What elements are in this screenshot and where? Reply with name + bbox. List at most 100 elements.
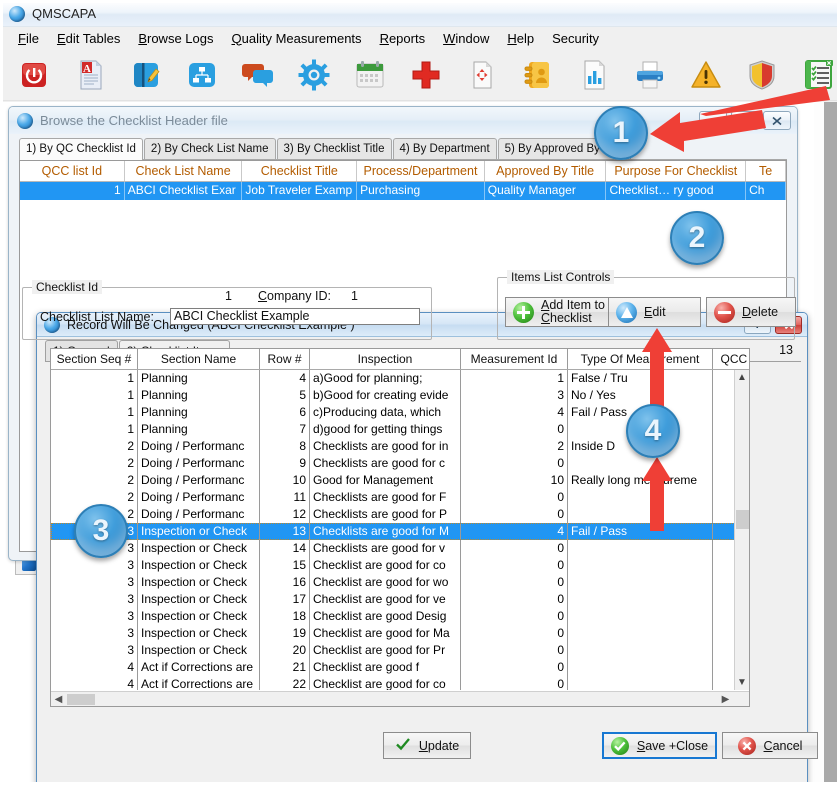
address-book-icon[interactable] <box>521 58 555 92</box>
checklist-list-name-input[interactable]: ABCI Checklist Example <box>170 308 420 325</box>
cancel-button[interactable]: Cancel <box>722 732 818 759</box>
menu-item-reports[interactable]: Reports <box>371 29 435 48</box>
cell-inspection: a)Good for planning; <box>310 370 461 387</box>
bar-chart-document-icon[interactable] <box>577 58 611 92</box>
browse-col-check-list-name[interactable]: Check List Name <box>125 161 243 181</box>
record-count: 13 <box>779 343 793 357</box>
browse-col-purpose-for-checklist[interactable]: Purpose For Checklist <box>606 161 746 181</box>
cell-inspection: b)Good for creating evide <box>310 387 461 404</box>
menu-item-help[interactable]: Help <box>498 29 543 48</box>
document-a-icon[interactable]: A <box>73 58 107 92</box>
items-grid-row[interactable]: 4Act if Corrections are21Checklist are g… <box>51 659 749 676</box>
notebook-pencil-icon[interactable] <box>129 58 163 92</box>
calendar-icon[interactable] <box>353 58 387 92</box>
cell-inspection: Checklist are good for Ma <box>310 625 461 642</box>
gear-icon[interactable] <box>297 58 331 92</box>
menu-item-quality-measurements[interactable]: Quality Measurements <box>222 29 370 48</box>
company-id-label: Company ID: <box>258 289 331 303</box>
items-grid-row[interactable]: 4Act if Corrections are22Checklist are g… <box>51 676 749 690</box>
add-item-to-checklist-button[interactable]: Add Item to Checklist <box>505 297 611 327</box>
cell-row-number: 16 <box>260 574 310 591</box>
cell-type-of-measurement <box>568 574 713 591</box>
cell-type-of-measurement <box>568 608 713 625</box>
cell-row-number: 17 <box>260 591 310 608</box>
items-grid-row[interactable]: 3Inspection or Check19Checklist are good… <box>51 625 749 642</box>
horizontal-scroll-thumb[interactable] <box>67 694 95 705</box>
cell-measurement-id: 0 <box>461 455 568 472</box>
delete-button[interactable]: Delete <box>706 297 796 327</box>
menu-item-file[interactable]: File <box>9 29 48 48</box>
update-button[interactable]: Update <box>383 732 471 759</box>
cell-measurement-id: 0 <box>461 574 568 591</box>
scroll-down-arrow[interactable]: ▼ <box>735 675 749 690</box>
app-title: QMSCAPA <box>32 6 96 21</box>
printer-icon[interactable] <box>633 58 667 92</box>
browse-tab-by-checklist-title[interactable]: 3) By Checklist Title <box>277 138 392 159</box>
cell-type-of-measurement <box>568 659 713 676</box>
col-inspection[interactable]: Inspection <box>310 349 461 369</box>
cell-inspection: Checklists are good for in <box>310 438 461 455</box>
scroll-right-arrow[interactable]: ▶ <box>718 694 733 705</box>
vertical-scroll-thumb[interactable] <box>736 510 749 529</box>
items-grid-vertical-scrollbar[interactable]: ▲ ▼ <box>734 370 749 690</box>
browse-col-process-department[interactable]: Process/Department <box>357 161 485 181</box>
cell-measurement-id: 0 <box>461 591 568 608</box>
cell-section-name: Inspection or Check <box>138 523 260 540</box>
menu-item-security[interactable]: Security <box>543 29 608 48</box>
cell-measurement-id: 0 <box>461 642 568 659</box>
col-section-name[interactable]: Section Name <box>138 349 260 369</box>
cell-type-of-measurement <box>568 625 713 642</box>
col-section-seq[interactable]: Section Seq # <box>51 349 138 369</box>
scroll-left-arrow[interactable]: ◀ <box>51 694 66 705</box>
cell-row-number: 21 <box>260 659 310 676</box>
blue-triangle-icon <box>616 302 637 323</box>
cell-section-name: Inspection or Check <box>138 608 260 625</box>
chat-bubbles-icon[interactable] <box>241 58 275 92</box>
browse-col-checklist-title[interactable]: Checklist Title <box>242 161 357 181</box>
browse-grid-row-selected[interactable]: 1 ABCI Checklist Exar Job Traveler Examp… <box>20 182 786 200</box>
items-grid-row[interactable]: 3Inspection or Check20Checklist are good… <box>51 642 749 659</box>
menu-item-window[interactable]: Window <box>434 29 498 48</box>
cell-measurement-id: 0 <box>461 608 568 625</box>
items-grid-row[interactable]: 3Inspection or Check15Checklist are good… <box>51 557 749 574</box>
cell-section-name: Inspection or Check <box>138 591 260 608</box>
edit-button[interactable]: Edit <box>608 297 701 327</box>
cell-inspection: Checklist are good for co <box>310 557 461 574</box>
cell-checklist-title: Job Traveler Examp <box>242 182 357 200</box>
items-grid-row[interactable]: 3Inspection or Check18Checklist are good… <box>51 608 749 625</box>
cell-inspection: Checklist are good f <box>310 659 461 676</box>
browse-col-te[interactable]: Te <box>746 161 786 181</box>
power-icon[interactable] <box>17 58 51 92</box>
cell-inspection: Checklist are good for Pr <box>310 642 461 659</box>
menu-item-edit-tables[interactable]: Edit Tables <box>48 29 129 48</box>
red-plus-icon[interactable] <box>409 58 443 92</box>
browse-tab-by-department[interactable]: 4) By Department <box>393 138 497 159</box>
items-grid-row[interactable]: 3Inspection or Check17Checklist are good… <box>51 591 749 608</box>
col-measurement-id[interactable]: Measurement Id <box>461 349 568 369</box>
col-qcc-list-id[interactable]: QCC list Id <box>713 349 750 369</box>
browse-col-approved-by-title[interactable]: Approved By Title <box>485 161 607 181</box>
cell-section-name: Doing / Performanc <box>138 438 260 455</box>
cell-measurement-id: 4 <box>461 523 568 540</box>
save-and-close-button[interactable]: Save +Close <box>602 732 717 759</box>
cell-section-seq: 2 <box>51 438 138 455</box>
menu-item-browse-logs[interactable]: Browse Logs <box>129 29 222 48</box>
items-grid-horizontal-scrollbar[interactable]: ◀ ▶ <box>51 691 749 706</box>
browse-col-qcc-list-id[interactable]: QCC list Id <box>20 161 125 181</box>
col-row-number[interactable]: Row # <box>260 349 310 369</box>
cell-section-name: Act if Corrections are <box>138 659 260 676</box>
cell-measurement-id: 0 <box>461 489 568 506</box>
org-chart-icon[interactable] <box>185 58 219 92</box>
scroll-up-arrow[interactable]: ▲ <box>735 370 749 385</box>
document-move-icon[interactable] <box>465 58 499 92</box>
browse-tab-by-qc-checklist-id[interactable]: 1) By QC Checklist Id <box>19 138 143 160</box>
cell-section-seq: 3 <box>51 591 138 608</box>
cell-section-name: Doing / Performanc <box>138 472 260 489</box>
browse-tab-by-check-list-name[interactable]: 2) By Check List Name <box>144 138 276 159</box>
browse-window-icon <box>17 113 33 129</box>
items-grid-row[interactable]: 3Inspection or Check14Checklists are goo… <box>51 540 749 557</box>
mdi-right-gutter <box>814 102 840 785</box>
cell-type-of-measurement <box>568 591 713 608</box>
items-grid-row[interactable]: 3Inspection or Check16Checklist are good… <box>51 574 749 591</box>
cell-inspection: Checklists are good for P <box>310 506 461 523</box>
